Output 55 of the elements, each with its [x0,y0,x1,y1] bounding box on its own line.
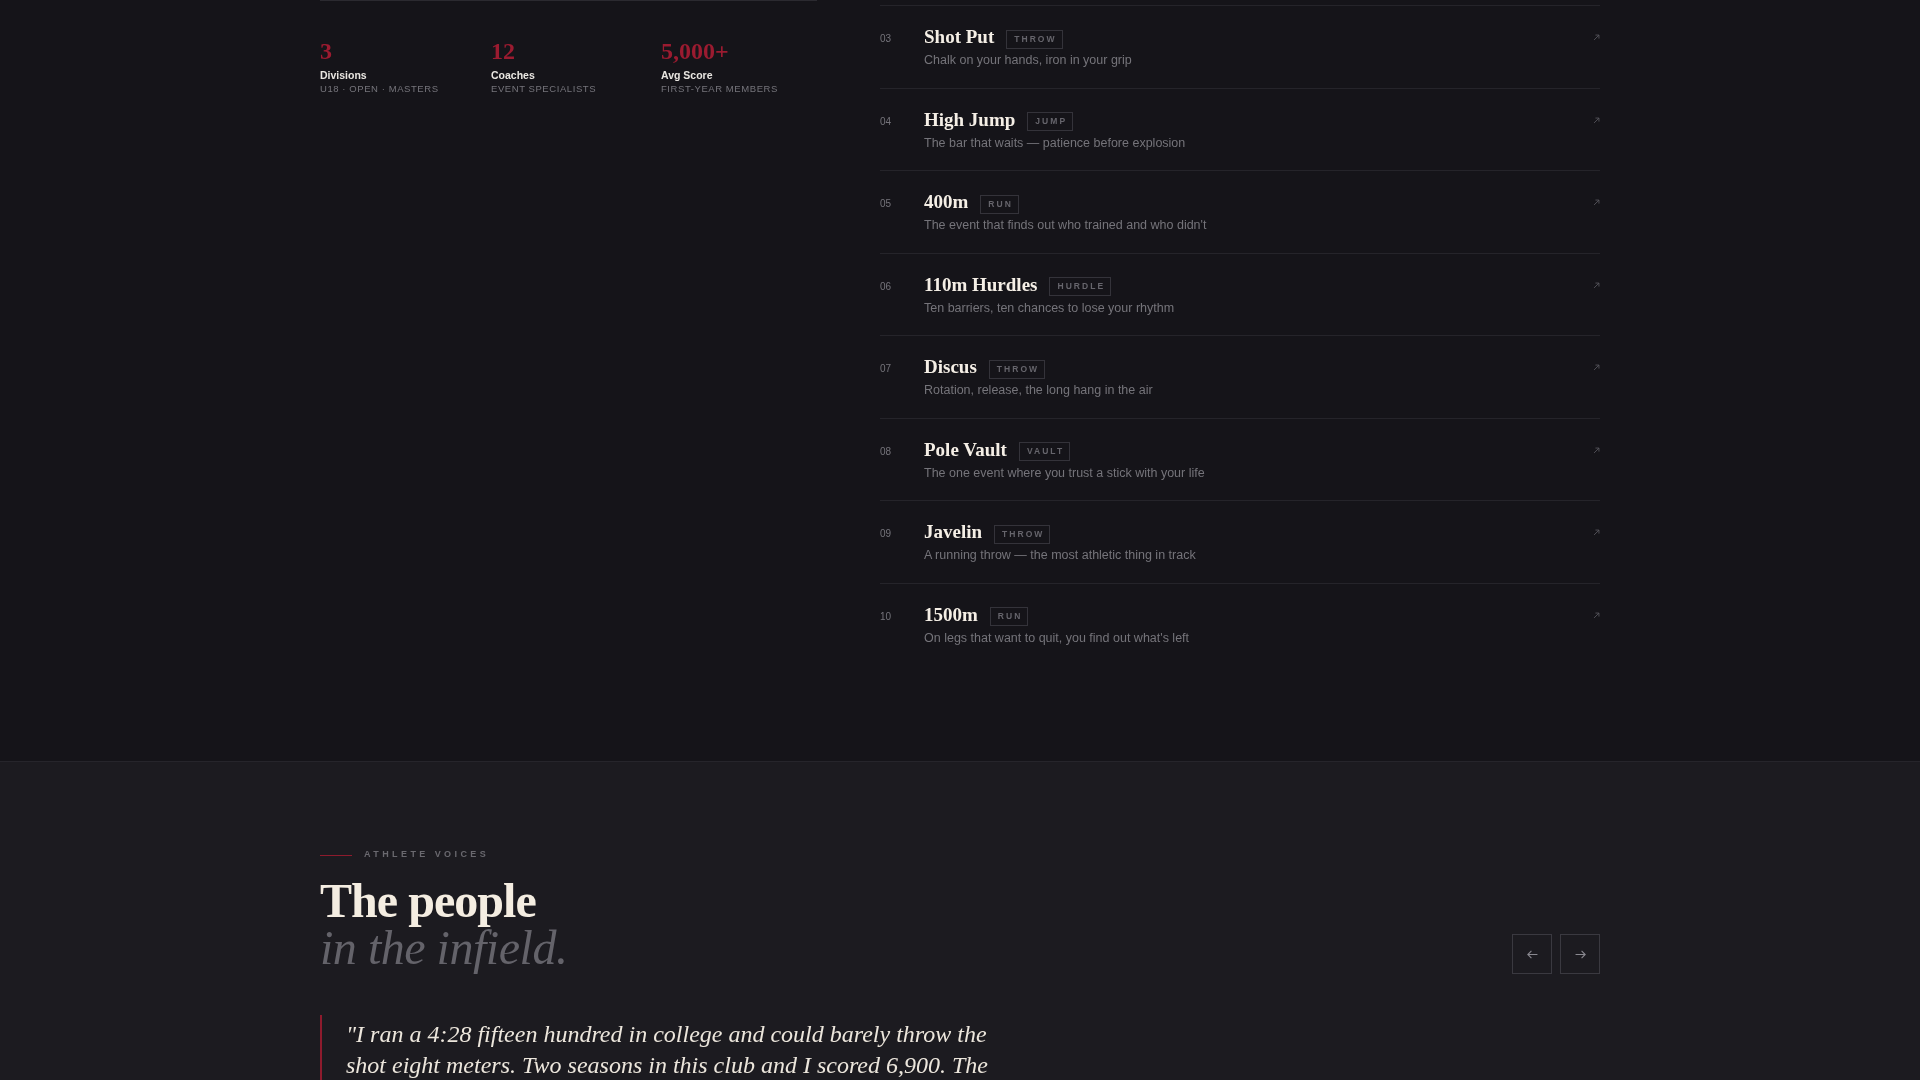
event-title: Javelin [924,520,983,544]
event-title: 400m [924,190,969,214]
event-description: The event that finds out who trained and who didn't [924,217,1207,234]
arrow-right-icon [1574,949,1586,959]
event-title: Shot Put [924,25,995,49]
event-title: High Jump [924,107,1016,132]
event-number: 09 [880,527,892,540]
event-category-tag: THROW [988,359,1046,379]
event-description: Rotation, release, the long hang in the air [924,382,1153,399]
stat-caption: U18 · OPEN · MASTERS [320,83,439,95]
event-title: 110m Hurdles [924,272,1038,297]
stat-value: 5,000+ [661,37,729,65]
stat-label: Avg Score [661,68,713,82]
previous-button[interactable] [1512,934,1552,974]
event-description: The bar that waits — patience before explosion [924,134,1186,152]
event-title: 1500m [924,602,978,627]
stat-label: Divisions [320,68,367,82]
event-category-tag: RUN [989,607,1029,626]
event-category-tag: VAULT [1018,442,1071,461]
event-number: 08 [880,444,892,458]
event-number: 10 [880,609,892,623]
event-title: Pole Vault [924,437,1007,462]
arrow-up-right-icon [1593,611,1600,619]
event-number: 07 [880,362,892,375]
next-button[interactable] [1560,934,1600,974]
event-category-tag: JUMP [1027,112,1074,131]
event-description: The one event where you trust a stick with your life [924,464,1205,482]
event-description: A running throw — the most athletic thing in track [924,547,1196,564]
event-category-tag: THROW [994,524,1051,544]
event-category-tag: RUN [980,194,1019,214]
event-number: 03 [880,32,892,45]
arrow-up-right-icon [1593,529,1600,536]
event-description: Ten barriers, ten chances to lose your rhythm [924,299,1175,317]
stat-caption: EVENT SPECIALISTS [491,83,597,95]
event-description: On legs that want to quit, you find out what's left [924,629,1190,647]
stat-caption: FIRST-YEAR MEMBERS [661,83,778,95]
event-number: 04 [880,114,892,128]
arrow-left-icon [1526,949,1538,959]
arrow-up-right-icon [1593,199,1600,206]
stat-label: Coaches [491,68,535,82]
stat-value: 12 [491,37,515,65]
event-category-tag: THROW [1006,29,1063,49]
event-category-tag: HURDLE [1049,277,1112,296]
event-number: 06 [880,279,892,293]
event-title: Discus [924,355,977,379]
section-eyebrow: ATHLETE VOICES [364,848,490,860]
quote-text: "I ran a 4:28 fifteen hundred in college and could barely throw the shot eight meters. Two seasons in this club and I scored 6,900. The [346,1020,989,1080]
event-number: 05 [880,197,892,210]
arrow-up-right-icon [1593,364,1600,371]
arrow-up-right-icon [1593,116,1600,124]
arrow-up-right-icon [1593,446,1600,454]
arrow-up-right-icon [1593,34,1600,41]
stat-value: 3 [320,37,332,65]
event-description: Chalk on your hands, iron in your grip [924,52,1132,69]
arrow-up-right-icon [1593,281,1600,289]
